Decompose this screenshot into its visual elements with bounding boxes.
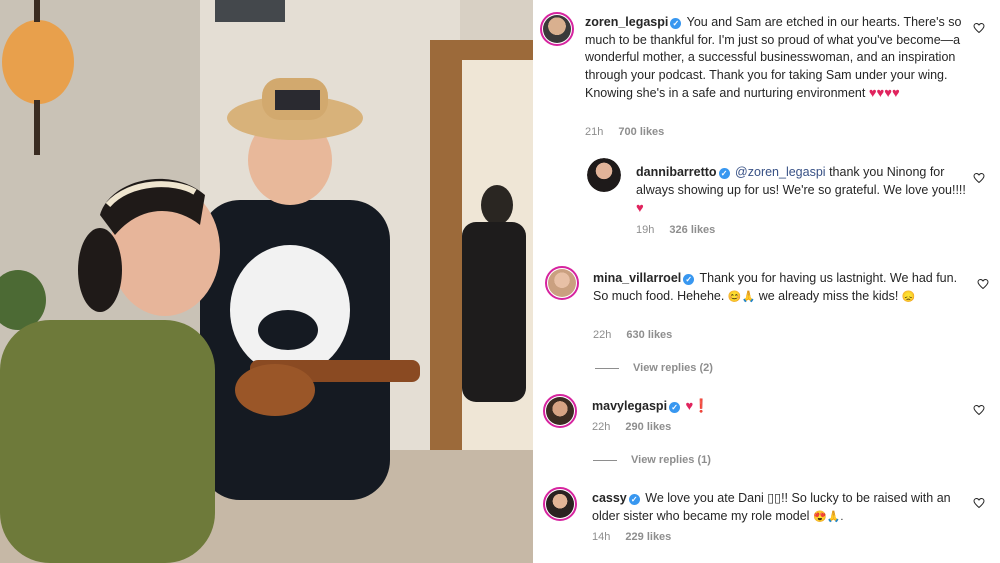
verified-badge-icon: ✓ [718,168,730,179]
comment-likes[interactable]: 290 likes [625,421,671,433]
like-heart-icon[interactable] [973,22,985,34]
like-heart-icon[interactable] [973,172,985,184]
comment-time[interactable]: 14h [592,531,610,543]
comment-body: mavylegaspi ✓ ♥❗ [592,397,967,416]
comment-time[interactable]: 22h [593,329,611,341]
avatar[interactable] [543,394,577,428]
comment-text: We love you ate Dani ▯▯!! So lucky to be… [592,491,951,523]
comment: mavylegaspi ✓ ♥❗ 22h 290 likes View repli… [533,388,1000,473]
view-replies-button[interactable]: View replies (2) [595,362,713,374]
reply-username[interactable]: dannibarretto [636,165,717,179]
comments-panel: zoren_legaspi ✓ You and Sam are etched in… [533,0,1000,563]
comment-username[interactable]: zoren_legaspi [585,15,668,29]
comment-username[interactable]: cassy [592,491,627,505]
comment: cassy ✓ We love you ate Dani ▯▯!! So luck… [533,480,1000,563]
video-still [0,0,533,563]
view-replies-button[interactable]: View replies (1) [593,454,711,466]
verified-badge-icon: ✓ [669,402,681,413]
comment: mina_villarroel ✓ Thank you for having us… [533,258,1000,378]
comment-meta: 14h 229 likes [592,531,671,543]
comment-likes[interactable]: 229 likes [625,531,671,543]
heart-emoji: ♥♥♥♥ [868,85,900,100]
reply-mention[interactable]: @zoren_legaspi [735,165,826,179]
reply: dannibarretto ✓ @zoren_legaspi thank you … [533,150,1000,245]
comment-likes[interactable]: 630 likes [626,329,672,341]
comment-username[interactable]: mavylegaspi [592,399,667,413]
like-heart-icon[interactable] [973,404,985,416]
avatar[interactable] [587,158,621,192]
avatar[interactable] [543,487,577,521]
view-replies-label[interactable]: View replies (1) [631,454,711,466]
reply-body: dannibarretto ✓ @zoren_legaspi thank you … [636,164,966,218]
comment-meta: 21h 700 likes [585,126,664,138]
video-frame[interactable] [0,0,533,563]
like-heart-icon[interactable] [973,497,985,509]
heart-eyes-emoji: 😍🙏. [812,510,844,523]
like-heart-icon[interactable] [977,278,989,290]
comment-username[interactable]: mina_villarroel [593,271,681,285]
reply-meta: 19h 326 likes [636,224,715,236]
reply-time[interactable]: 19h [636,224,654,236]
comment-time[interactable]: 22h [592,421,610,433]
comment-body: mina_villarroel ✓ Thank you for having us… [593,270,968,306]
heart-exclamation-emoji: ♥❗ [685,398,710,413]
comment-text-continued: we already miss the kids! [758,288,899,303]
smile-emoji: 😊🙏 [727,290,756,303]
comment-time[interactable]: 21h [585,126,603,138]
comment-body: zoren_legaspi ✓ You and Sam are etched in… [585,14,965,103]
divider-line [593,459,617,461]
avatar[interactable] [540,12,574,46]
sad-emoji: 😞 [901,290,916,303]
heart-emoji: ♥ [636,200,644,215]
verified-badge-icon: ✓ [670,18,682,29]
comment-likes[interactable]: 700 likes [618,126,664,138]
comment-meta: 22h 630 likes [593,329,672,341]
comment-body: cassy ✓ We love you ate Dani ▯▯!! So luck… [592,490,967,526]
avatar[interactable] [545,266,579,300]
comment-meta: 22h 290 likes [592,421,671,433]
verified-badge-icon: ✓ [683,274,695,285]
divider-line [595,367,619,369]
view-replies-label[interactable]: View replies (2) [633,362,713,374]
verified-badge-icon: ✓ [628,494,640,505]
comment: zoren_legaspi ✓ You and Sam are etched in… [533,0,1000,150]
reply-likes[interactable]: 326 likes [669,224,715,236]
